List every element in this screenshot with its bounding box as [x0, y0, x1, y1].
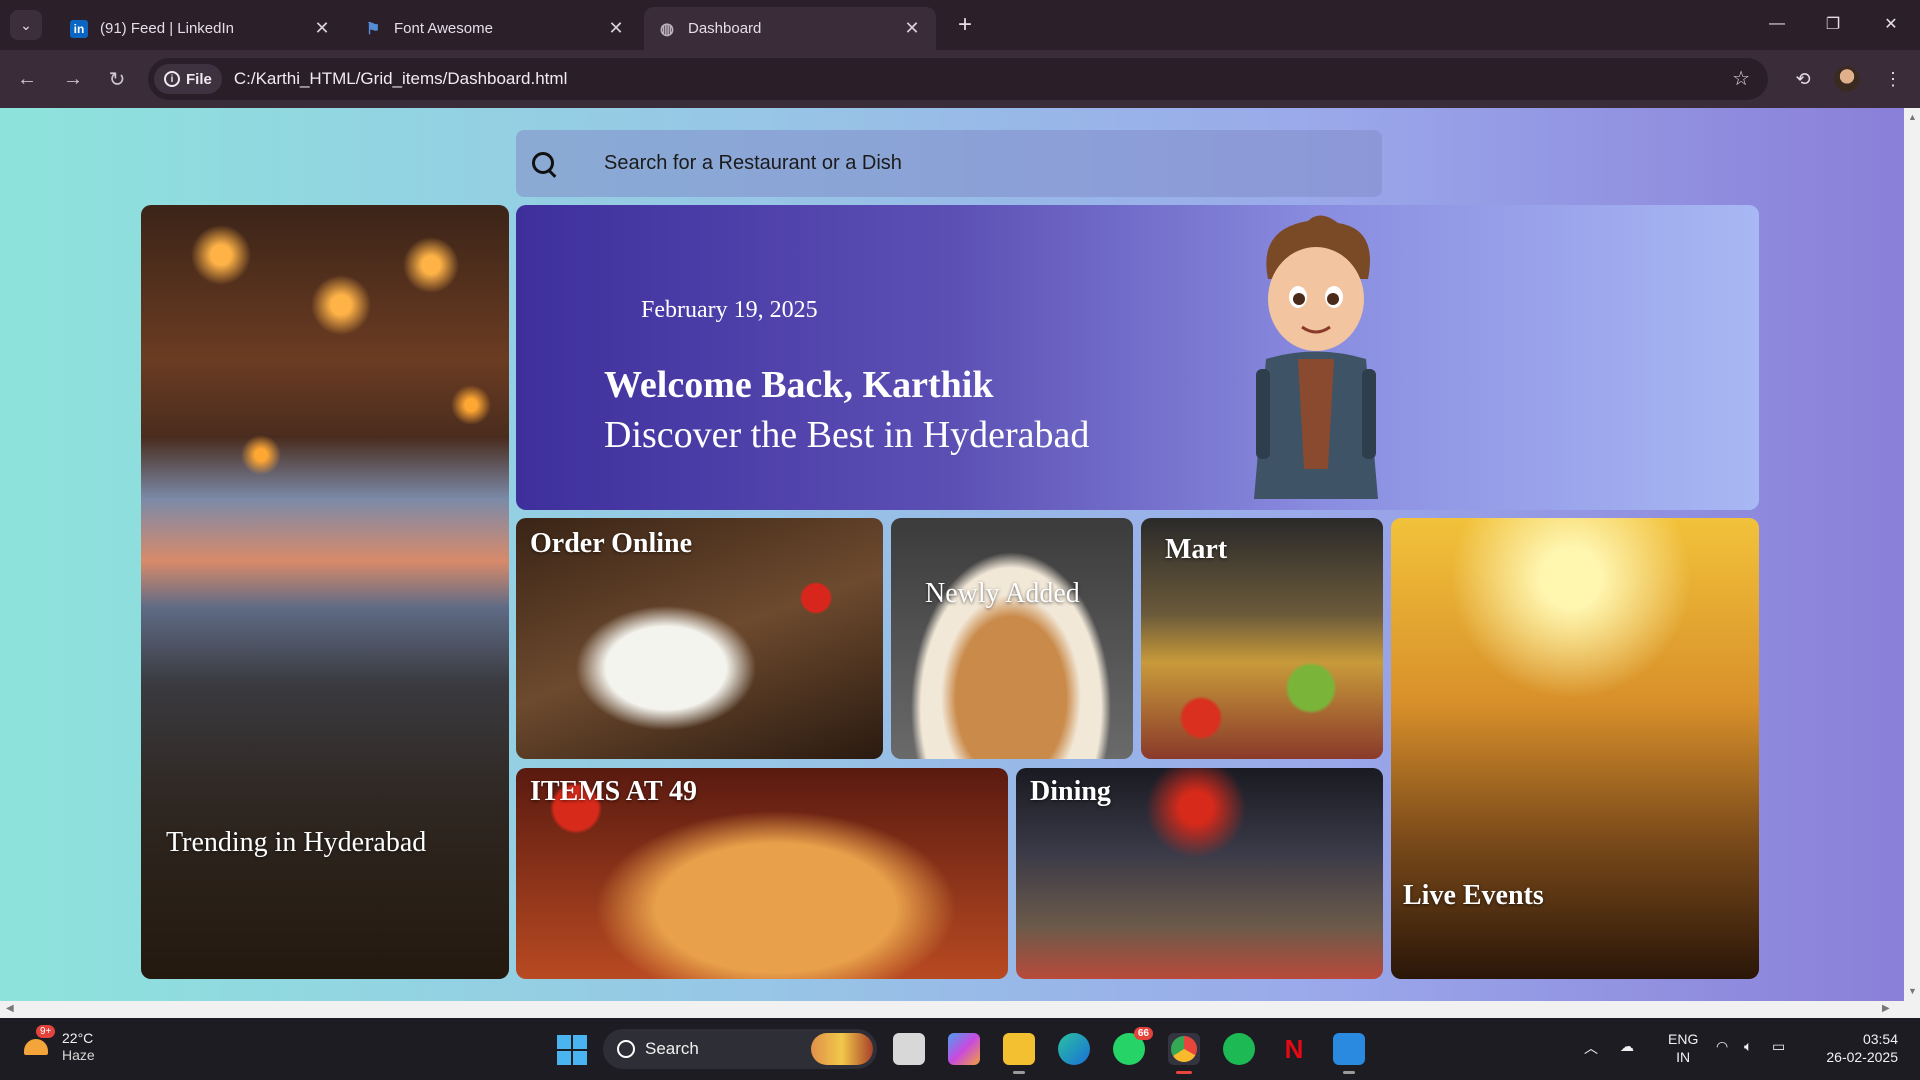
clock-time: 03:54 [1862, 1031, 1898, 1047]
dining-label: Dining [1030, 776, 1111, 807]
chrome-icon[interactable] [1168, 1033, 1200, 1074]
scroll-right-icon[interactable]: ▶ [1882, 1003, 1890, 1014]
search-icon[interactable] [530, 150, 558, 178]
search-bar[interactable]: Search for a Restaurant or a Dish [516, 130, 1382, 197]
weather-badge: 9+ [36, 1025, 56, 1038]
profile-avatar[interactable] [1834, 66, 1860, 92]
url-text[interactable]: C:/Karthi_HTML/Grid_items/Dashboard.html [234, 69, 568, 89]
cartoon-boy-illustration [1254, 215, 1378, 499]
site-info-chip[interactable]: i File [154, 64, 222, 94]
whatsapp-icon[interactable]: 66 [1113, 1027, 1153, 1065]
taskbar-search-label: Search [645, 1039, 699, 1058]
items-at-49-card[interactable]: ITEMS AT 49 [516, 768, 1008, 979]
items-at-49-label: ITEMS AT 49 [530, 776, 698, 807]
weather-widget[interactable]: 9+ 22°C Haze [22, 1025, 95, 1064]
weather-temperature: 22°C [62, 1030, 94, 1046]
globe-icon: ◍ [660, 20, 674, 38]
info-icon: i [164, 71, 180, 87]
mart-card[interactable]: Mart [1141, 518, 1383, 759]
mart-label: Mart [1165, 534, 1228, 565]
clock-date: 26-02-2025 [1826, 1049, 1898, 1065]
tab-title: Font Awesome [394, 20, 493, 37]
file-chip-label: File [186, 70, 212, 88]
back-button[interactable]: ← [12, 64, 42, 94]
minimize-button[interactable]: — [1752, 6, 1802, 42]
welcome-greeting: Welcome Back, Karthik [604, 364, 994, 406]
edge-icon[interactable] [1058, 1033, 1090, 1065]
tab-strip: ⌄ in (91) Feed | LinkedIn ✕ ⚑ Font Aweso… [0, 0, 1920, 50]
live-events-label: Live Events [1403, 880, 1544, 911]
newly-added-label: Newly Added [925, 578, 1080, 609]
page-viewport: Search for a Restaurant or a Dish Trendi… [0, 108, 1904, 1001]
whatsapp-badge: 66 [1133, 1027, 1153, 1040]
weather-condition: Haze [62, 1047, 95, 1063]
newly-added-card[interactable]: Newly Added [891, 518, 1133, 759]
wifi-icon[interactable]: ◠ [1716, 1038, 1728, 1055]
welcome-banner: February 19, 2025 Welcome Back, Karthik … [516, 205, 1759, 510]
close-icon[interactable]: ✕ [606, 18, 626, 39]
netflix-icon[interactable]: N [1278, 1033, 1310, 1065]
weather-icon: 9+ [22, 1025, 56, 1063]
scroll-left-icon[interactable]: ◀ [6, 1003, 14, 1014]
order-online-label: Order Online [530, 528, 693, 559]
close-icon[interactable]: ✕ [312, 18, 332, 39]
order-online-card[interactable]: Order Online [516, 518, 883, 759]
tab-title: Dashboard [688, 20, 762, 37]
system-clock[interactable]: 03:54 26-02-2025 [1818, 1030, 1898, 1066]
tab-search-button[interactable]: ⌄ [10, 10, 42, 40]
show-hidden-icons-chevron-icon[interactable]: ︿ [1584, 1038, 1598, 1058]
live-events-card[interactable]: Live Events [1391, 518, 1759, 979]
flag-icon: ⚑ [365, 20, 381, 38]
restore-button[interactable]: ❐ [1808, 6, 1858, 42]
tab-title: (91) Feed | LinkedIn [100, 20, 234, 37]
taskbar: 9+ 22°C Haze Search 66 N ︿ ☁ ENG IN ◠ 🔈︎… [0, 1018, 1920, 1080]
battery-icon[interactable]: ▭ [1772, 1038, 1785, 1055]
bookmark-star-icon[interactable]: ☆ [1732, 66, 1750, 91]
copilot-icon[interactable]: ⟲ [1788, 64, 1818, 94]
browser-toolbar: ← → ↻ i File C:/Karthi_HTML/Grid_items/D… [0, 50, 1920, 108]
volume-icon[interactable]: 🔈︎ [1744, 1038, 1752, 1055]
onedrive-cloud-icon[interactable]: ☁ [1620, 1038, 1634, 1055]
scroll-up-icon[interactable]: ▲ [1908, 112, 1917, 122]
close-window-button[interactable]: ✕ [1866, 6, 1916, 42]
copilot-app-icon[interactable] [948, 1033, 980, 1065]
region-code: IN [1676, 1049, 1691, 1065]
scroll-down-icon[interactable]: ▼ [1908, 986, 1917, 996]
tab-linkedin[interactable]: in (91) Feed | LinkedIn ✕ [56, 7, 346, 50]
search-icon [617, 1040, 635, 1058]
dining-card[interactable]: Dining [1016, 768, 1383, 979]
forward-button[interactable]: → [58, 64, 88, 94]
language-indicator[interactable]: ENG IN [1668, 1030, 1698, 1066]
search-highlight-image [811, 1033, 873, 1065]
search-input[interactable]: Search for a Restaurant or a Dish [604, 152, 902, 175]
spotify-icon[interactable] [1223, 1033, 1255, 1065]
more-menu-icon[interactable]: ⋮ [1878, 64, 1908, 94]
start-button[interactable] [557, 1035, 587, 1065]
language-code: ENG [1668, 1031, 1699, 1047]
reload-button[interactable]: ↻ [102, 64, 132, 94]
taskbar-search[interactable]: Search [603, 1029, 877, 1069]
file-explorer-icon[interactable] [1003, 1033, 1035, 1074]
tab-dashboard[interactable]: ◍ Dashboard ✕ [644, 7, 936, 50]
vscode-icon[interactable] [1333, 1033, 1365, 1074]
tab-font-awesome[interactable]: ⚑ Font Awesome ✕ [350, 7, 640, 50]
trending-label: Trending in Hyderabad [166, 827, 427, 858]
address-bar[interactable]: i File C:/Karthi_HTML/Grid_items/Dashboa… [148, 58, 1768, 100]
vertical-scrollbar[interactable]: ▲ ▼ [1904, 108, 1920, 1001]
new-tab-button[interactable]: + [950, 10, 980, 40]
trending-card[interactable]: Trending in Hyderabad [141, 205, 509, 979]
task-view-icon[interactable] [893, 1033, 925, 1065]
welcome-tagline: Discover the Best in Hyderabad [604, 414, 1090, 456]
close-icon[interactable]: ✕ [902, 18, 922, 39]
linkedin-icon: in [70, 19, 88, 38]
welcome-date: February 19, 2025 [641, 297, 818, 323]
horizontal-scrollbar[interactable]: ◀ ▶ [0, 1001, 1920, 1018]
